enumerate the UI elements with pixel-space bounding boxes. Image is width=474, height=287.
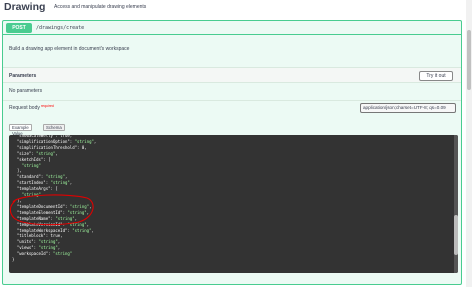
tab-example-value[interactable]: Example Value [9,124,32,136]
no-parameters-text: No parameters [9,88,43,94]
page-scrollbar[interactable] [466,0,472,287]
try-it-out-button[interactable]: Try it out [419,71,453,81]
page-scroll-thumb[interactable] [467,30,471,90]
required-marker: required [41,104,54,108]
tag-title: Drawing [4,1,46,13]
parameters-label: Parameters [9,73,37,79]
content-type-select[interactable]: application/json;charset=UTF-8; qs=0.09 [360,103,456,113]
tag-header[interactable]: Drawing Access and manipulate drawing el… [0,0,474,14]
code-scrollbar[interactable] [454,135,458,273]
tab-schema[interactable]: Schema [43,124,65,131]
tag-description: Access and manipulate drawing elements [54,4,147,10]
request-body-header: Request body required application/json;c… [3,100,461,114]
operation-description: Build a drawing app element in document'… [9,46,130,52]
code-line: "simplificationOption": "string", [12,138,97,144]
operation-summary[interactable]: POST /drawings/create [3,21,461,35]
red-annotation-circle [9,194,94,226]
request-body-label: Request body [9,105,40,111]
code-scroll-thumb[interactable] [454,215,458,255]
operation-path: /drawings/create [36,25,85,31]
code-line: } [12,257,15,263]
operation-block: POST /drawings/create Build a drawing ap… [2,20,462,285]
method-badge: POST [6,23,32,33]
parameters-header: Parameters Try it out [3,67,461,83]
